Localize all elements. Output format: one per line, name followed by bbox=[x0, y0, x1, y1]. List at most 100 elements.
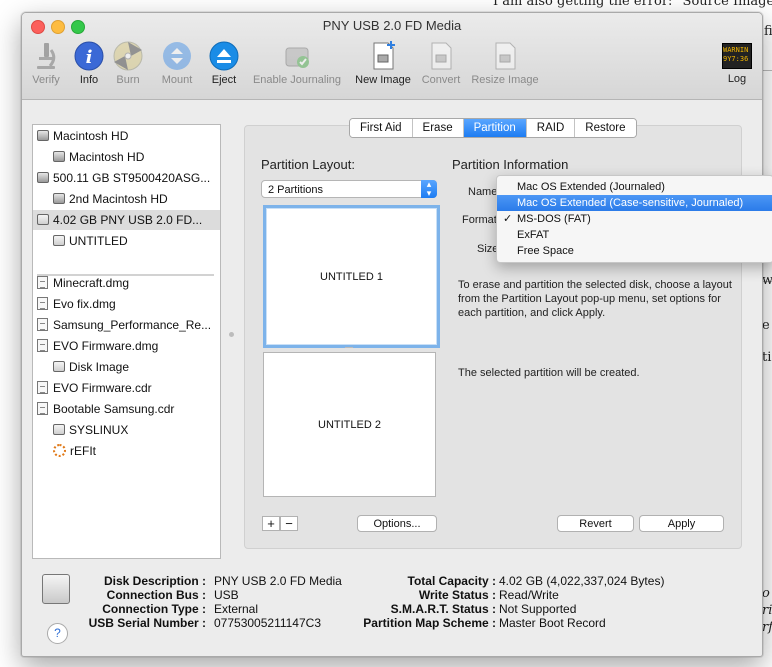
menu-item-label: MS-DOS (FAT) bbox=[517, 213, 591, 225]
sidebar-item-evo-firmware-dmg[interactable]: EVO Firmware.dmg bbox=[37, 336, 158, 356]
total-capacity-value: 4.02 GB (4,022,337,024 Bytes) bbox=[499, 574, 665, 588]
partition-info-title: Partition Information bbox=[452, 157, 569, 172]
hard-drive-icon bbox=[37, 172, 49, 183]
total-capacity-key: Total Capacity : bbox=[407, 574, 496, 588]
sidebar-item-st9500420asg[interactable]: 500.11 GB ST9500420ASG... bbox=[37, 168, 210, 188]
log-button[interactable]: WARNIN 9Y7:36 Log bbox=[720, 40, 754, 85]
partition-block-2[interactable]: UNTITLED 2 bbox=[263, 352, 436, 497]
background-fragment: wh bbox=[762, 273, 772, 288]
format-option-journaled[interactable]: Mac OS Extended (Journaled) bbox=[497, 179, 772, 195]
sidebar-item-macintosh-hd-volume[interactable]: Macintosh HD bbox=[53, 147, 144, 167]
volume-icon bbox=[53, 361, 65, 372]
options-button[interactable]: Options... bbox=[357, 515, 437, 532]
partition-layout-popup[interactable]: 2 Partitions ▴ ▾ bbox=[261, 180, 437, 198]
sidebar-item-label: rEFIt bbox=[70, 444, 96, 458]
format-option-free-space[interactable]: Free Space bbox=[497, 243, 772, 259]
format-option-case-sensitive-journaled[interactable]: Mac OS Extended (Case-sensitive, Journal… bbox=[497, 195, 772, 211]
verify-button[interactable]: Verify bbox=[26, 40, 66, 86]
info-button[interactable]: i Info bbox=[72, 40, 106, 86]
disk-info-footer: ? Disk Description : PNY USB 2.0 FD Medi… bbox=[22, 566, 762, 656]
convert-label: Convert bbox=[421, 74, 461, 86]
enable-journaling-label: Enable Journaling bbox=[252, 74, 342, 86]
tab-partition[interactable]: Partition bbox=[463, 119, 527, 137]
verify-label: Verify bbox=[32, 74, 60, 86]
partition-block-label: UNTITLED 1 bbox=[320, 270, 383, 283]
connection-type-key: Connection Type : bbox=[102, 602, 206, 616]
sidebar-item-label: Minecraft.dmg bbox=[53, 276, 130, 290]
mount-icon bbox=[161, 40, 193, 72]
disk-image-icon bbox=[37, 339, 48, 352]
sidebar-item-label: Evo fix.dmg bbox=[53, 297, 116, 311]
burn-disc-icon bbox=[112, 40, 144, 72]
resize-image-button[interactable]: Resize Image bbox=[468, 40, 542, 86]
convert-button[interactable]: Convert bbox=[418, 40, 464, 86]
resize-image-label: Resize Image bbox=[471, 74, 539, 86]
disk-description-value: PNY USB 2.0 FD Media bbox=[214, 574, 342, 588]
disk-image-icon bbox=[37, 276, 48, 289]
format-option-exfat[interactable]: ExFAT bbox=[497, 227, 772, 243]
sidebar-item-samsung-performance[interactable]: Samsung_Performance_Re... bbox=[37, 315, 211, 335]
microscope-icon bbox=[30, 40, 62, 72]
sidebar-item-evo-firmware-cdr[interactable]: EVO Firmware.cdr bbox=[37, 378, 152, 398]
sidebar-item-evo-fix-dmg[interactable]: Evo fix.dmg bbox=[37, 294, 116, 314]
usb-drive-large-icon bbox=[42, 574, 70, 604]
tab-restore[interactable]: Restore bbox=[575, 119, 636, 137]
partition-block-1[interactable]: UNTITLED 1 bbox=[263, 205, 440, 348]
apply-button[interactable]: Apply bbox=[639, 515, 724, 532]
volume-icon bbox=[53, 424, 65, 435]
add-partition-button[interactable]: + bbox=[262, 516, 280, 531]
revert-button[interactable]: Revert bbox=[557, 515, 634, 532]
log-label: Log bbox=[727, 73, 747, 85]
sidebar-item-label: 2nd Macintosh HD bbox=[69, 192, 168, 206]
eject-label: Eject bbox=[211, 74, 237, 86]
sidebar-item-macintosh-hd-disk[interactable]: Macintosh HD bbox=[37, 126, 128, 146]
format-dropdown-menu: Mac OS Extended (Journaled) Mac OS Exten… bbox=[496, 175, 772, 263]
convert-icon bbox=[425, 40, 457, 72]
partition-status: The selected partition will be created. bbox=[458, 367, 640, 379]
help-button[interactable]: ? bbox=[47, 623, 68, 644]
eject-button[interactable]: Eject bbox=[206, 40, 242, 86]
sidebar-item-label: Disk Image bbox=[69, 360, 130, 374]
sidebar-item-disk-image[interactable]: Disk Image bbox=[53, 357, 129, 377]
log-icon-text: WARNIN bbox=[723, 46, 749, 54]
remove-partition-button[interactable]: − bbox=[280, 516, 298, 531]
enable-journaling-button[interactable]: Enable Journaling bbox=[248, 40, 346, 86]
background-fragment: e I bbox=[762, 318, 772, 333]
usb-serial-key: USB Serial Number : bbox=[88, 616, 206, 630]
tab-erase[interactable]: Erase bbox=[412, 119, 464, 137]
partition-layout-value: 2 Partitions bbox=[268, 184, 324, 196]
sidebar-item-bootable-samsung-cdr[interactable]: Bootable Samsung.cdr bbox=[37, 399, 174, 419]
title-bar: PNY USB 2.0 FD Media Verify i Info Burn … bbox=[22, 13, 762, 100]
sidebar-item-2nd-macintosh-hd[interactable]: 2nd Macintosh HD bbox=[53, 189, 168, 209]
sidebar-item-label: EVO Firmware.dmg bbox=[53, 339, 159, 353]
partition-block-label: UNTITLED 2 bbox=[318, 418, 381, 431]
partition-instructions: To erase and partition the selected disk… bbox=[458, 279, 732, 319]
sidebar-item-syslinux[interactable]: SYSLINUX bbox=[53, 420, 128, 440]
background-fragment: o y bbox=[762, 586, 772, 601]
sidebar-item-pny-usb[interactable]: 4.02 GB PNY USB 2.0 FD... bbox=[33, 210, 220, 230]
menu-item-label: Mac OS Extended (Case-sensitive, Journal… bbox=[517, 197, 744, 209]
tab-raid[interactable]: RAID bbox=[526, 119, 576, 137]
tab-first-aid[interactable]: First Aid bbox=[350, 119, 413, 137]
disk-image-icon bbox=[37, 402, 48, 415]
format-label: Format bbox=[462, 214, 497, 226]
menu-item-label: Free Space bbox=[517, 245, 574, 257]
write-status-value: Read/Write bbox=[499, 588, 559, 602]
sidebar-item-minecraft-dmg[interactable]: Minecraft.dmg bbox=[37, 273, 129, 293]
disk-list-sidebar: Macintosh HD Macintosh HD 500.11 GB ST95… bbox=[32, 124, 221, 559]
journaling-drive-icon bbox=[281, 40, 313, 72]
partition-map-key: Partition Map Scheme : bbox=[363, 616, 496, 630]
mount-button[interactable]: Mount bbox=[157, 40, 197, 86]
split-view-handle[interactable] bbox=[229, 332, 234, 337]
new-image-button[interactable]: New Image bbox=[351, 40, 415, 86]
sidebar-item-refit[interactable]: rEFIt bbox=[53, 441, 96, 461]
sidebar-item-label: Bootable Samsung.cdr bbox=[53, 402, 175, 416]
sidebar-item-label: Macintosh HD bbox=[69, 150, 145, 164]
sidebar-item-label: Macintosh HD bbox=[53, 129, 129, 143]
format-option-ms-dos[interactable]: ✓ MS-DOS (FAT) bbox=[497, 211, 772, 227]
mount-label: Mount bbox=[161, 74, 193, 86]
background-fragment: rio bbox=[762, 603, 772, 618]
background-fragment: tic bbox=[762, 350, 772, 365]
sidebar-item-untitled[interactable]: UNTITLED bbox=[53, 231, 128, 251]
burn-button[interactable]: Burn bbox=[110, 40, 146, 86]
